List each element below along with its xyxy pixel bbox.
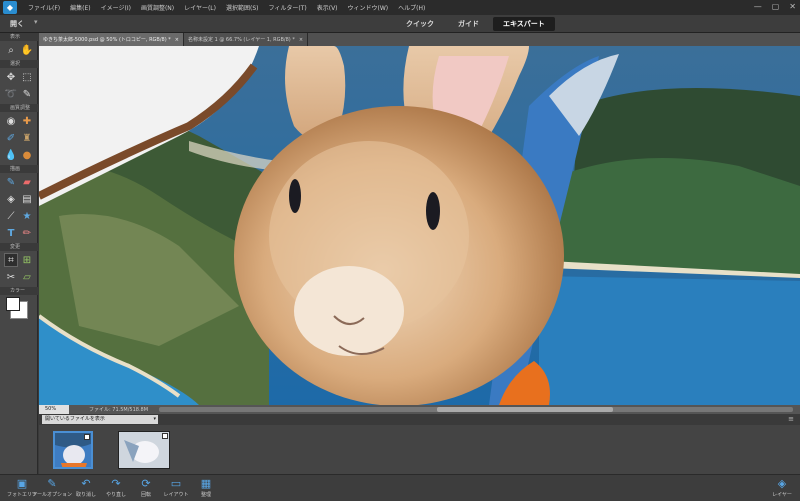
menu-image[interactable]: イメージ(I) xyxy=(96,3,136,12)
redo-icon: ↷ xyxy=(111,477,121,490)
menu-select[interactable]: 選択範囲(S) xyxy=(221,3,264,12)
organizer-button[interactable]: ▦ 整理 xyxy=(184,477,228,501)
move-tool-icon[interactable]: ✥ xyxy=(4,70,18,84)
close-tab-icon[interactable]: × xyxy=(175,37,179,43)
section-draw: 描画 xyxy=(0,165,38,173)
canvas-image xyxy=(39,46,800,405)
photo-bin xyxy=(39,425,800,474)
gradient-tool-icon[interactable]: ▤ xyxy=(20,192,34,206)
foreground-color-swatch[interactable] xyxy=(6,297,20,311)
red-eye-tool-icon[interactable]: ◉ xyxy=(4,114,18,128)
text-tool-icon[interactable]: T xyxy=(4,226,18,240)
minimize-button[interactable]: — xyxy=(754,2,762,11)
lasso-tool-icon[interactable]: ➰ xyxy=(4,87,18,101)
zoom-level[interactable]: 50% xyxy=(39,405,69,414)
photo-bin-selector-label: 開いているファイルを表示 xyxy=(45,416,105,422)
file-info: ファイル: 71.5M/518.8M xyxy=(89,407,149,413)
app-logo-icon: ◆ xyxy=(3,1,17,14)
mode-tabs: クイック ガイド エキスパート xyxy=(396,17,555,31)
section-color: カラー xyxy=(0,287,38,295)
pencil-tool-icon[interactable]: ✏ xyxy=(20,226,34,240)
layout-icon: ▭ xyxy=(170,477,182,490)
toolbox: 表示 ⌕ ✋ 選択 ✥ ⬚ ➰ ✎ 画質調整 ◉ ✚ ✐ ♜ 💧 ● 描画 ✎ … xyxy=(0,33,38,474)
menu-edit[interactable]: 編集(E) xyxy=(65,3,95,12)
doc-tab-2[interactable]: 名称未設定 1 @ 66.7% (レイヤー 1, RGB/8) * × xyxy=(184,33,309,46)
layers-icon: ◈ xyxy=(777,477,787,490)
photo-thumbnail[interactable] xyxy=(118,431,170,469)
menu-filter[interactable]: フィルター(T) xyxy=(264,3,312,12)
maximize-button[interactable]: ▢ xyxy=(772,2,780,11)
menu-help[interactable]: ヘルプ(H) xyxy=(393,3,430,12)
quick-select-tool-icon[interactable]: ✎ xyxy=(20,87,34,101)
section-view: 表示 xyxy=(0,33,38,41)
undo-icon: ↶ xyxy=(81,477,91,490)
menu-window[interactable]: ウィンドウ(W) xyxy=(343,3,394,12)
section-select: 選択 xyxy=(0,60,38,68)
straighten-tool-icon[interactable]: ▱ xyxy=(20,270,34,284)
tool-options-icon: ✎ xyxy=(47,477,57,490)
blur-tool-icon[interactable]: 💧 xyxy=(4,148,18,162)
thumbnail-badge xyxy=(162,433,168,439)
spot-healing-tool-icon[interactable]: ✚ xyxy=(20,114,34,128)
organizer-icon: ▦ xyxy=(200,477,212,490)
tab-quick[interactable]: クイック xyxy=(396,17,444,31)
paint-bucket-tool-icon[interactable]: ◈ xyxy=(4,192,18,206)
doc-tab-1[interactable]: ゆきち茶太郎-5000.psd @ 50% (トロコピー, RGB/8) * × xyxy=(39,33,184,46)
image-canvas[interactable] xyxy=(39,46,800,405)
eraser-tool-icon[interactable]: ▰ xyxy=(20,175,34,189)
content-aware-move-tool-icon[interactable]: ✂ xyxy=(4,270,18,284)
panel-menu-icon[interactable]: ≡ xyxy=(788,415,794,423)
close-button[interactable]: ✕ xyxy=(789,2,796,11)
status-bar: 50% ファイル: 71.5M/518.8M ▶ xyxy=(39,405,800,414)
tab-expert[interactable]: エキスパート xyxy=(493,17,555,31)
close-tab-icon[interactable]: × xyxy=(299,37,303,43)
scrollbar-thumb[interactable] xyxy=(437,407,613,412)
bottom-taskbar: ▣ フォトエリア ✎ ツールオプション ↶ 取り消し ↷ やり直し ⟳ 回転 ▭… xyxy=(0,474,800,501)
clone-stamp-tool-icon[interactable]: ♜ xyxy=(20,131,34,145)
doc-tab-label: 名称未設定 1 @ 66.7% (レイヤー 1, RGB/8) * xyxy=(187,37,295,43)
section-enhance: 画質調整 xyxy=(0,104,38,112)
brush-tool-icon[interactable]: ✎ xyxy=(4,175,18,189)
menu-enhance[interactable]: 画質調整(N) xyxy=(136,3,179,12)
zoom-tool-icon[interactable]: ⌕ xyxy=(4,43,18,57)
photo-bin-icon: ▣ xyxy=(16,477,28,490)
crop-tool-icon[interactable]: ⌗ xyxy=(4,253,18,267)
window-controls: — ▢ ✕ xyxy=(754,2,796,11)
menu-layer[interactable]: レイヤー(L) xyxy=(179,3,221,12)
layers-button[interactable]: ◈ レイヤー xyxy=(764,477,800,501)
hand-tool-icon[interactable]: ✋ xyxy=(20,43,34,57)
photo-thumbnail[interactable] xyxy=(53,431,93,469)
doc-tab-label: ゆきち茶太郎-5000.psd @ 50% (トロコピー, RGB/8) * xyxy=(43,37,171,43)
menu-view[interactable]: 表示(V) xyxy=(312,3,343,12)
shape-tool-icon[interactable]: ★ xyxy=(20,209,34,223)
chevron-down-icon: ▾ xyxy=(153,416,156,422)
eyedropper-tool-icon[interactable]: ⟋ xyxy=(4,209,18,223)
tab-guided[interactable]: ガイド xyxy=(448,17,489,31)
photo-bin-header: 開いているファイルを表示 ▾ ≡ xyxy=(39,414,800,425)
section-modify: 変更 xyxy=(0,243,38,251)
photo-bin-selector[interactable]: 開いているファイルを表示 ▾ xyxy=(42,415,158,424)
chevron-down-icon[interactable]: ▾ xyxy=(34,18,38,26)
smart-brush-tool-icon[interactable]: ✐ xyxy=(4,131,18,145)
marquee-tool-icon[interactable]: ⬚ xyxy=(20,70,34,84)
menu-bar: ◆ ファイル(F) 編集(E) イメージ(I) 画質調整(N) レイヤー(L) … xyxy=(0,0,800,15)
rotate-icon: ⟳ xyxy=(141,477,151,490)
thumbnail-badge xyxy=(84,434,90,440)
document-tabs: ゆきち茶太郎-5000.psd @ 50% (トロコピー, RGB/8) * ×… xyxy=(39,33,800,46)
sponge-tool-icon[interactable]: ● xyxy=(20,148,34,162)
menu-file[interactable]: ファイル(F) xyxy=(23,3,65,12)
recompose-tool-icon[interactable]: ⊞ xyxy=(20,253,34,267)
mode-bar: 開く ▾ クイック ガイド エキスパート xyxy=(0,15,800,33)
open-button[interactable]: 開く xyxy=(10,19,24,29)
horizontal-scrollbar[interactable] xyxy=(159,407,793,412)
